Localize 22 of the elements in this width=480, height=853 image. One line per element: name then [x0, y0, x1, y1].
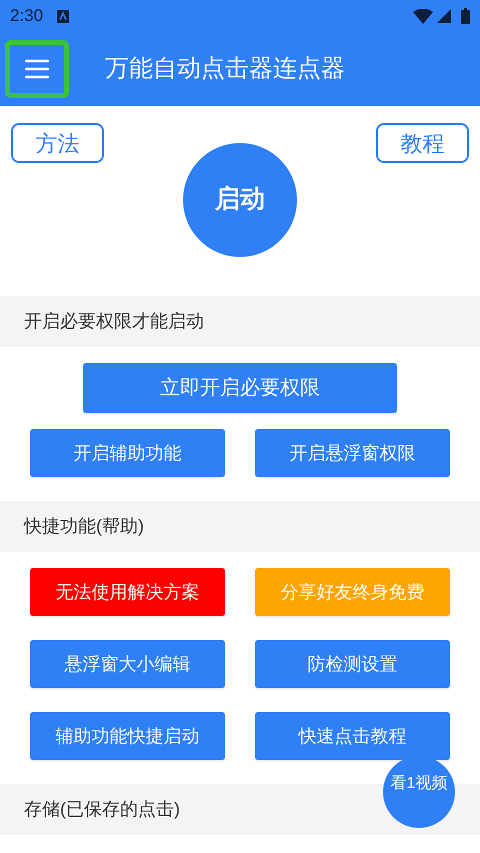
action-button[interactable]: 分享好友终身免费	[255, 568, 450, 616]
notification-icon	[57, 10, 70, 22]
outline-button[interactable]: 教程	[376, 123, 469, 163]
action-button[interactable]: 开启辅助功能	[30, 429, 225, 477]
menu-button[interactable]	[5, 40, 69, 98]
action-button[interactable]: 立即开启必要权限	[83, 363, 397, 413]
action-button[interactable]: 悬浮窗大小编辑	[30, 640, 225, 688]
action-button[interactable]: 防检测设置	[255, 640, 450, 688]
menu-icon	[25, 59, 49, 79]
status-time: 2:30	[10, 5, 44, 28]
outline-button[interactable]: 方法	[11, 123, 104, 163]
signal-icon	[437, 9, 451, 23]
section-header: 快捷功能(帮助)	[0, 501, 480, 552]
section-header: 开启必要权限才能启动	[0, 296, 480, 347]
app-title: 万能自动点击器连点器	[105, 54, 345, 84]
wifi-icon	[413, 8, 433, 24]
action-button[interactable]: 快速点击教程	[255, 712, 450, 760]
start-button[interactable]: 启动	[183, 143, 297, 257]
action-button[interactable]: 辅助功能快捷启动	[30, 712, 225, 760]
action-button[interactable]: 开启悬浮窗权限	[255, 429, 450, 477]
battery-icon	[461, 8, 470, 24]
action-button[interactable]: 无法使用解决方案	[30, 568, 225, 616]
